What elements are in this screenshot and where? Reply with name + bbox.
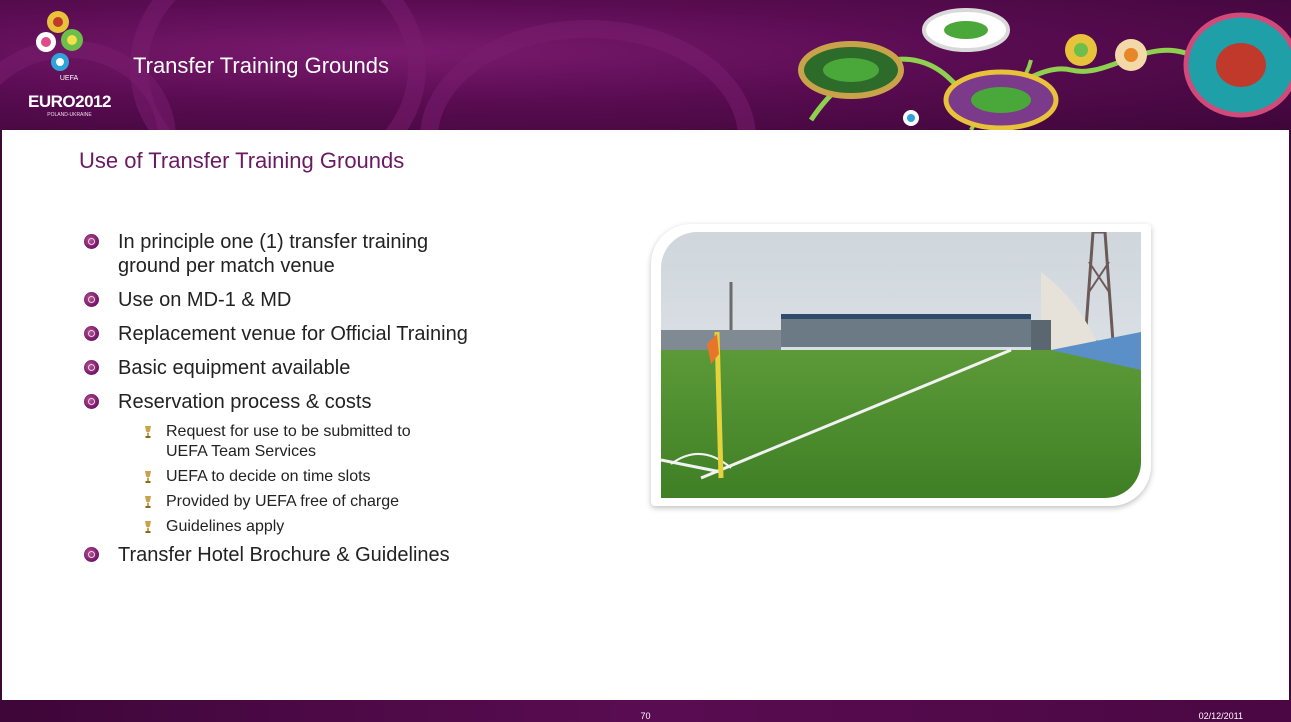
- training-ground-photo: [661, 232, 1141, 498]
- sub-bullet-item: UEFA to decide on time slots: [144, 467, 604, 487]
- sub-bullet-text: Guidelines apply: [166, 518, 285, 535]
- svg-text:UEFA: UEFA: [60, 75, 79, 82]
- sub-bullet-item: Provided by UEFA free of charge: [144, 492, 604, 512]
- bullet-ball-icon: [84, 547, 99, 562]
- bullet-ball-icon: [84, 234, 99, 249]
- slide-subtitle: Use of Transfer Training Grounds: [79, 148, 405, 173]
- bullet-text: In principle one (1) transfer training g…: [118, 231, 429, 277]
- bullet-item: Replacement venue for Official Training: [84, 322, 604, 346]
- bullet-ball-icon: [84, 360, 99, 375]
- sub-bullet-text: Request for use to be submitted to UEFA …: [166, 423, 411, 460]
- bullet-item: Transfer Hotel Brochure & Guidelines: [84, 543, 604, 567]
- bullet-item: Basic equipment available: [84, 356, 604, 380]
- sub-bullet-item: Request for use to be submitted to UEFA …: [144, 422, 426, 462]
- bullet-text: Transfer Hotel Brochure & Guidelines: [118, 544, 450, 566]
- footer-date: 02/12/2011: [1198, 711, 1243, 721]
- sub-bullet-text: Provided by UEFA free of charge: [166, 493, 400, 510]
- bullet-item: Reservation process & costs: [84, 390, 604, 414]
- logo-flower-icon: UEFA: [36, 11, 83, 82]
- trophy-icon: [145, 471, 151, 483]
- header-title: Transfer Training Grounds: [133, 53, 389, 78]
- slide: UEFA EURO2012 POLAND-UKRAINE Transfer Tr…: [0, 0, 1291, 722]
- bullet-list: In principle one (1) transfer training g…: [84, 230, 604, 577]
- page-number: 70: [640, 711, 651, 721]
- euro2012-logo: UEFA EURO2012 POLAND-UKRAINE: [22, 4, 117, 124]
- trophy-icon: [145, 496, 151, 508]
- bullet-text: Reservation process & costs: [118, 391, 372, 413]
- bullet-item: In principle one (1) transfer training g…: [84, 230, 448, 278]
- sub-bullet-list: Request for use to be submitted to UEFA …: [84, 422, 604, 537]
- logo-subtext: POLAND-UKRAINE: [47, 112, 92, 118]
- bullet-ball-icon: [84, 292, 99, 307]
- bullet-text: Replacement venue for Official Training: [118, 323, 468, 345]
- header-band: UEFA EURO2012 POLAND-UKRAINE Transfer Tr…: [0, 0, 1291, 130]
- sub-bullet-text: UEFA to decide on time slots: [166, 468, 371, 485]
- football-pitch-image: [661, 232, 1141, 498]
- bullet-text: Use on MD-1 & MD: [118, 289, 292, 311]
- stadium-flowers-art: [798, 8, 1291, 130]
- bullet-ball-icon: [84, 394, 99, 409]
- bullet-text: Basic equipment available: [118, 357, 351, 379]
- frame-left-border: [0, 130, 2, 700]
- sub-bullet-item: Guidelines apply: [144, 517, 604, 537]
- trophy-icon: [145, 426, 151, 438]
- bullet-ball-icon: [84, 326, 99, 341]
- logo-text: EURO2012: [28, 92, 111, 111]
- photo-frame: [651, 224, 1151, 506]
- trophy-icon: [145, 521, 151, 533]
- bullet-item: Use on MD-1 & MD: [84, 288, 604, 312]
